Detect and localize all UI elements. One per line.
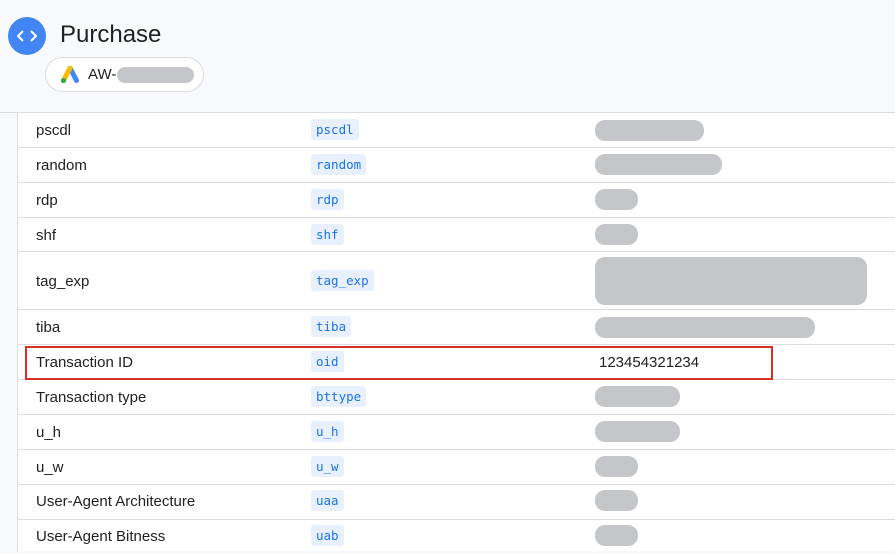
param-key: random <box>311 154 367 175</box>
redacted-value <box>595 189 638 210</box>
table-row: shf shf <box>18 218 895 252</box>
tag-header: Purchase AW- <box>0 0 895 113</box>
page-title: Purchase <box>60 21 162 48</box>
param-name: u_w <box>36 459 64 476</box>
param-key: oid <box>311 351 344 372</box>
param-key: uab <box>311 525 344 546</box>
param-key: tiba <box>311 316 352 337</box>
param-name: pscdl <box>36 122 72 139</box>
param-key: bttype <box>311 386 367 407</box>
redacted-value <box>595 317 815 338</box>
table-row: User-Agent Bitness uab <box>18 520 895 554</box>
param-name: shf <box>36 227 57 244</box>
table-row: pscdl pscdl <box>18 113 895 148</box>
redacted-value <box>595 525 638 546</box>
redacted-value <box>595 154 722 175</box>
param-name: User-Agent Bitness <box>36 528 166 545</box>
table-row: Transaction type bttype <box>18 380 895 415</box>
redacted-value <box>595 257 867 305</box>
table-row: User-Agent Architecture uaa <box>18 485 895 520</box>
table-row: tag_exp tag_exp <box>18 252 895 310</box>
redacted-value <box>595 421 680 442</box>
param-name: Transaction type <box>36 389 147 406</box>
param-key: rdp <box>311 189 344 210</box>
table-row: tiba tiba <box>18 310 895 345</box>
param-name: u_h <box>36 424 62 441</box>
code-icon <box>8 17 46 55</box>
param-name: tag_exp <box>36 273 90 290</box>
redacted-value <box>595 224 638 245</box>
table-row: u_h u_h <box>18 415 895 450</box>
param-name: User-Agent Architecture <box>36 493 196 510</box>
param-key: u_h <box>311 421 344 442</box>
redacted-value <box>595 120 704 141</box>
param-name: tiba <box>36 319 61 336</box>
table-row: rdp rdp <box>18 183 895 218</box>
redacted-account-id <box>117 66 195 83</box>
param-key: uaa <box>311 490 344 511</box>
param-name: rdp <box>36 192 58 209</box>
param-key: u_w <box>311 456 344 477</box>
table-row: Transaction ID oid 123454321234 <box>18 345 895 380</box>
param-key: tag_exp <box>311 270 374 291</box>
param-key: pscdl <box>311 119 359 140</box>
google-ads-icon <box>60 65 79 83</box>
account-id-prefix: AW- <box>88 66 117 83</box>
param-value: 123454321234 <box>599 354 700 371</box>
table-row: u_w u_w <box>18 450 895 485</box>
account-chip[interactable]: AW- <box>45 57 204 92</box>
redacted-value <box>595 386 680 407</box>
param-key: shf <box>311 224 344 245</box>
parameters-table: pscdl pscdl random random rdp rdp shf sh… <box>17 113 895 551</box>
param-name: Transaction ID <box>36 354 133 371</box>
param-name: random <box>36 157 87 174</box>
redacted-value <box>595 490 638 511</box>
table-row: random random <box>18 148 895 183</box>
redacted-value <box>595 456 638 477</box>
